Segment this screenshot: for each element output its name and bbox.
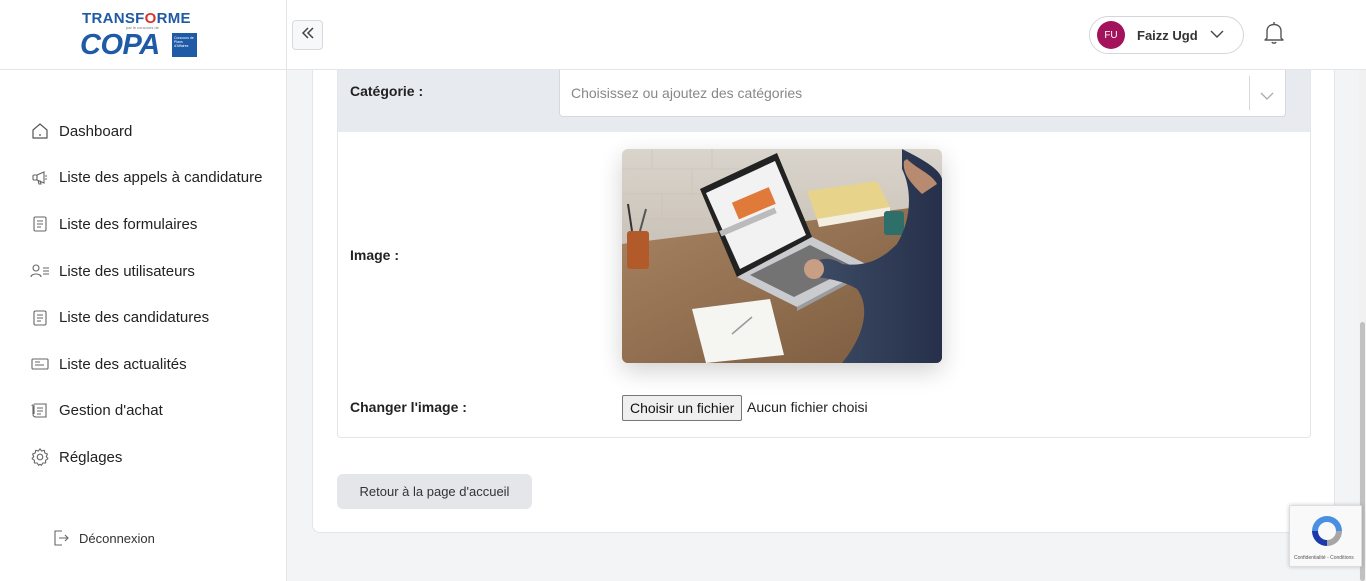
logout-icon [52, 528, 70, 548]
chevron-down-icon [1260, 87, 1274, 105]
user-name: Faizz Ugd [1137, 27, 1198, 43]
document-icon [30, 308, 50, 328]
article-image [622, 149, 942, 363]
sidebar-divider [0, 69, 287, 70]
sidebar-item-label: Liste des utilisateurs [59, 262, 195, 280]
category-select[interactable]: Choisissez ou ajoutez des catégories [559, 70, 1286, 117]
sidebar-item-reglages[interactable]: Réglages [30, 434, 262, 481]
home-icon [30, 121, 50, 141]
sidebar-item-appels[interactable]: Liste des appels à candidature [30, 155, 262, 202]
logo-copa: COPA [80, 29, 160, 61]
image-label: Image : [350, 247, 400, 263]
category-label: Catégorie : [350, 83, 424, 99]
logout-button[interactable]: Déconnexion [52, 528, 155, 548]
logout-label: Déconnexion [79, 530, 155, 546]
recaptcha-icon [1308, 512, 1346, 555]
change-image-label: Changer l'image : [350, 399, 467, 415]
receipt-icon [30, 401, 50, 421]
gear-icon [30, 447, 50, 467]
news-icon [30, 354, 50, 374]
chevron-down-icon [1210, 26, 1224, 44]
users-icon [30, 261, 50, 281]
sidebar-item-label: Liste des appels à candidature [59, 169, 263, 187]
top-bar: FU Faizz Ugd [287, 0, 1366, 70]
sidebar-item-dashboard[interactable]: Dashboard [30, 108, 262, 155]
file-status: Aucun fichier choisi [747, 399, 868, 415]
sidebar-item-label: Liste des formulaires [59, 215, 198, 233]
sidebar: TRANSFORME par le concours de COPA Conco… [0, 0, 287, 581]
brand-logo[interactable]: TRANSFORME par le concours de COPA Conco… [80, 8, 200, 60]
sidebar-item-label: Dashboard [59, 122, 133, 140]
sidebar-nav: Dashboard Liste des appels à candidature… [30, 108, 262, 481]
select-separator [1249, 76, 1250, 110]
notification-bell-icon[interactable] [1262, 20, 1286, 46]
sidebar-item-label: Réglages [59, 448, 123, 466]
user-menu[interactable]: FU Faizz Ugd [1089, 16, 1244, 54]
form-icon [30, 214, 50, 234]
back-home-button[interactable]: Retour à la page d'accueil [337, 474, 532, 509]
avatar: FU [1097, 21, 1125, 49]
sidebar-item-actualites[interactable]: Liste des actualités [30, 341, 262, 388]
collapse-sidebar-button[interactable] [292, 20, 323, 50]
sidebar-item-utilisateurs[interactable]: Liste des utilisateurs [30, 248, 262, 295]
double-chevron-left-icon [301, 26, 315, 44]
sidebar-item-achat[interactable]: Gestion d'achat [30, 388, 262, 435]
megaphone-icon [30, 168, 50, 188]
sidebar-item-label: Liste des actualités [59, 355, 187, 373]
sidebar-item-formulaires[interactable]: Liste des formulaires [30, 201, 262, 248]
choose-file-button[interactable]: Choisir un fichier [622, 395, 743, 421]
category-placeholder: Choisissez ou ajoutez des catégories [571, 85, 803, 101]
recaptcha-footer[interactable]: Confidentialité - Conditions [1294, 555, 1354, 561]
recaptcha-badge[interactable]: Confidentialité - Conditions [1289, 505, 1362, 567]
sidebar-item-candidatures[interactable]: Liste des candidatures [30, 294, 262, 341]
sidebar-item-label: Liste des candidatures [59, 309, 210, 327]
sidebar-item-label: Gestion d'achat [59, 402, 163, 420]
logo-badge: Concours de Plans d'Affaires [172, 33, 197, 57]
